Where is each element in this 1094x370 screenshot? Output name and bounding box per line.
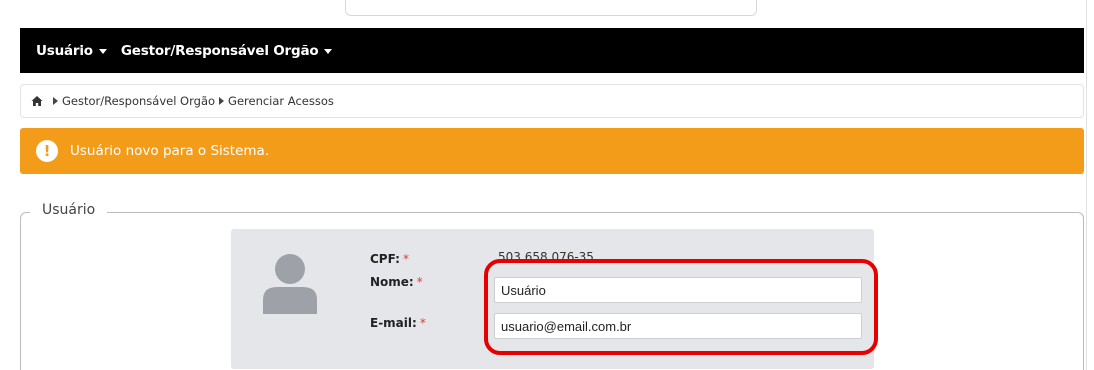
- breadcrumb-item-gerenciar-acessos: Gerenciar Acessos: [228, 94, 334, 108]
- nav-menu-gestor[interactable]: Gestor/Responsável Orgão: [121, 43, 333, 59]
- required-marker: *: [419, 316, 426, 330]
- alert-warning: ! Usuário novo para o Sistema.: [20, 128, 1084, 174]
- main-navbar: Usuário Gestor/Responsável Orgão: [20, 28, 1084, 73]
- cpf-value: 503.658.076-35: [498, 250, 594, 264]
- breadcrumb-separator-icon: [53, 97, 58, 105]
- top-search-frame: [345, 0, 757, 16]
- cpf-label-text: CPF:: [370, 252, 400, 266]
- user-avatar-icon: [263, 254, 317, 314]
- nav-menu-gestor-label: Gestor/Responsável Orgão: [120, 42, 319, 59]
- exclamation-icon: !: [36, 140, 58, 162]
- email-field[interactable]: usuario@email.com.br: [494, 313, 862, 339]
- home-icon[interactable]: [31, 95, 43, 107]
- scrollbar-edge: [1086, 0, 1094, 370]
- name-label: Nome: *: [370, 275, 423, 289]
- name-field[interactable]: Usuário: [494, 277, 862, 303]
- name-field-value: Usuário: [501, 282, 546, 298]
- nav-menu-usuario[interactable]: Usuário: [36, 43, 107, 59]
- email-label-text: E-mail:: [370, 316, 417, 330]
- alert-message: Usuário novo para o Sistema.: [70, 143, 270, 159]
- breadcrumb-item-gestor[interactable]: Gestor/Responsável Orgão: [62, 94, 215, 108]
- nav-menu-usuario-label: Usuário: [36, 42, 93, 59]
- email-field-value: usuario@email.com.br: [501, 318, 632, 334]
- caret-down-icon: [98, 48, 107, 54]
- top-strip: [0, 0, 1094, 16]
- required-marker: *: [402, 252, 409, 266]
- user-fieldset-legend: Usuário: [30, 202, 108, 218]
- email-label: E-mail: *: [370, 316, 426, 330]
- name-label-text: Nome:: [370, 275, 414, 289]
- breadcrumb-separator-icon: [219, 97, 225, 105]
- required-marker: *: [416, 275, 423, 289]
- breadcrumb: Gestor/Responsável Orgão Gerenciar Acess…: [20, 84, 1084, 118]
- caret-down-icon: [324, 48, 333, 54]
- cpf-label: CPF: *: [370, 252, 409, 266]
